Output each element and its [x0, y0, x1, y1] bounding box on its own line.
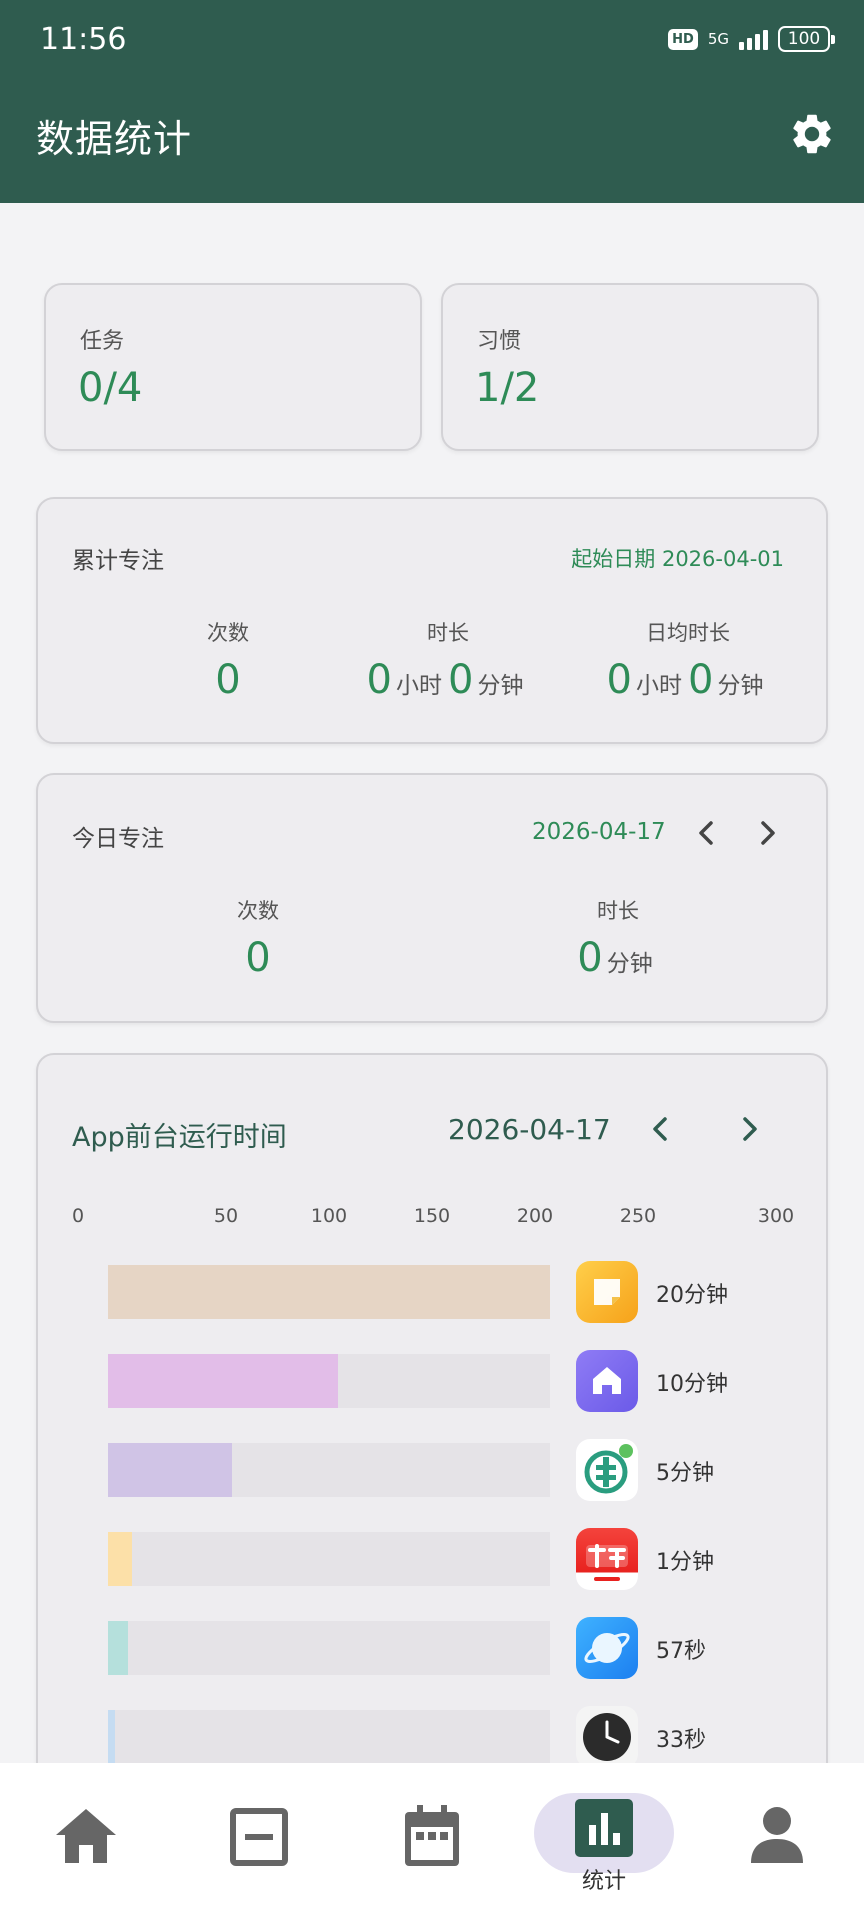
profile-icon: [751, 1807, 803, 1863]
app-header: 11:56 HD 5G 100 数据统计: [0, 0, 864, 203]
axis-tick: 200: [516, 1205, 554, 1227]
settings-gear-icon[interactable]: [788, 110, 836, 158]
usage-bar-track: [108, 1621, 550, 1675]
cumulative-count-value: 0: [215, 657, 241, 703]
usage-duration: 10分钟: [656, 1372, 728, 1397]
cumulative-duration-value: 0 小时 0 分钟: [338, 657, 558, 703]
bar-chart-icon: [575, 1799, 633, 1857]
nav-notes[interactable]: [199, 1763, 319, 1920]
app-usage-card: App前台运行时间 2026-04-17 0 50 100 150 200 25…: [36, 1053, 828, 1793]
note-box-icon: [230, 1808, 288, 1866]
usage-duration: 5分钟: [656, 1461, 714, 1486]
hd-icon: HD: [668, 28, 698, 50]
axis-tick: 300: [757, 1205, 795, 1227]
usage-bar: [108, 1532, 133, 1586]
usage-bar-track: [108, 1443, 550, 1497]
unit-minute: 分钟: [717, 673, 764, 699]
nav-calendar[interactable]: [372, 1763, 492, 1920]
cumulative-duration-hours: 0: [366, 657, 392, 703]
habits-label: 习惯: [477, 329, 522, 354]
today-count-value: 0: [245, 935, 271, 981]
chevron-left-icon[interactable]: [648, 1113, 672, 1145]
unit-minute: 分钟: [477, 673, 524, 699]
app-usage-date[interactable]: 2026-04-17: [448, 1113, 611, 1146]
tasks-card[interactable]: 任务 0/4: [44, 283, 422, 451]
axis-tick: 0: [71, 1205, 85, 1227]
calendar-icon: [405, 1805, 459, 1866]
usage-bar: [108, 1443, 232, 1497]
notes-app-icon[interactable]: [576, 1261, 638, 1323]
usage-bar-track: [108, 1532, 550, 1586]
cumulative-duration-stat: 时长 0 小时 0 分钟: [338, 617, 558, 703]
chevron-right-icon[interactable]: [756, 817, 780, 849]
chevron-right-icon[interactable]: [738, 1113, 762, 1145]
signal-icon: [739, 28, 768, 50]
habits-card[interactable]: 习惯 1/2: [441, 283, 819, 451]
nav-home[interactable]: [26, 1763, 146, 1920]
axis-tick: 150: [413, 1205, 451, 1227]
tasks-value: 0/4: [78, 365, 143, 411]
network-label: 5G: [707, 30, 729, 48]
home-icon: [56, 1809, 116, 1863]
usage-bar: [108, 1710, 115, 1764]
today-duration-value: 0 分钟: [498, 935, 738, 981]
unit-minute: 分钟: [606, 951, 653, 977]
app-usage-title: App前台运行时间: [72, 1122, 287, 1153]
usage-duration: 33秒: [656, 1728, 706, 1753]
cumulative-focus-card: 累计专注 起始日期 2026-04-01 次数 0 时长 0 小时 0 分钟 日均时长…: [36, 497, 828, 744]
unit-hour: 小时: [396, 673, 442, 699]
battery-icon: 100: [778, 26, 835, 52]
usage-duration: 57秒: [656, 1639, 706, 1664]
today-focus-card: 今日专注 2026-04-17 次数 0 时长 0 分钟: [36, 773, 828, 1023]
clock-app-icon[interactable]: [576, 1706, 638, 1768]
bottom-navigation: 统计: [0, 1763, 864, 1920]
today-date[interactable]: 2026-04-17: [532, 819, 666, 845]
today-count-stat: 次数 0: [138, 895, 378, 981]
habits-value: 1/2: [475, 365, 540, 411]
today-duration-stat: 时长 0 分钟: [498, 895, 738, 981]
usage-duration: 20分钟: [656, 1283, 728, 1308]
tasks-label: 任务: [80, 329, 125, 354]
usage-bar: [108, 1621, 128, 1675]
kandian-app-icon[interactable]: [576, 1528, 638, 1590]
usage-bar-track: [108, 1354, 550, 1408]
today-count-label: 次数: [237, 899, 279, 923]
page-title: 数据统计: [36, 117, 193, 161]
usage-bar-track: [108, 1710, 550, 1764]
today-focus-title: 今日专注: [72, 826, 164, 852]
unit-hour: 小时: [636, 673, 682, 699]
status-icons: HD 5G 100: [668, 26, 835, 52]
nav-statistics[interactable]: 统计: [544, 1763, 664, 1920]
cumulative-average-hours: 0: [606, 657, 632, 703]
today-duration-label: 时长: [597, 899, 639, 923]
usage-duration: 1分钟: [656, 1550, 714, 1575]
nav-profile[interactable]: [717, 1763, 837, 1920]
cumulative-count-stat: 次数 0: [118, 617, 338, 703]
nav-statistics-label: 统计: [581, 1869, 626, 1894]
cumulative-average-value: 0 小时 0 分钟: [578, 657, 798, 703]
usage-bar: [108, 1265, 550, 1319]
cumulative-average-label: 日均时长: [646, 621, 730, 645]
axis-tick: 250: [619, 1205, 657, 1227]
chevron-left-icon[interactable]: [694, 817, 718, 849]
cumulative-duration-label: 时长: [427, 621, 469, 645]
axis-tick: 50: [213, 1205, 239, 1227]
usage-bar: [108, 1354, 338, 1408]
cumulative-focus-title: 累计专注: [72, 548, 164, 574]
axis-tick: 100: [310, 1205, 348, 1227]
cumulative-count-label: 次数: [207, 621, 249, 645]
status-time: 11:56: [40, 22, 127, 57]
browser-planet-icon[interactable]: [576, 1617, 638, 1679]
cumulative-duration-minutes: 0: [448, 657, 474, 703]
start-date[interactable]: 起始日期 2026-04-01: [571, 543, 784, 573]
cumulative-average-minutes: 0: [688, 657, 714, 703]
usage-bar-track: [108, 1265, 550, 1319]
home-launcher-icon[interactable]: [576, 1350, 638, 1412]
cumulative-average-stat: 日均时长 0 小时 0 分钟: [578, 617, 798, 703]
bank-app-icon[interactable]: [576, 1439, 638, 1501]
today-duration-minutes: 0: [577, 935, 603, 981]
